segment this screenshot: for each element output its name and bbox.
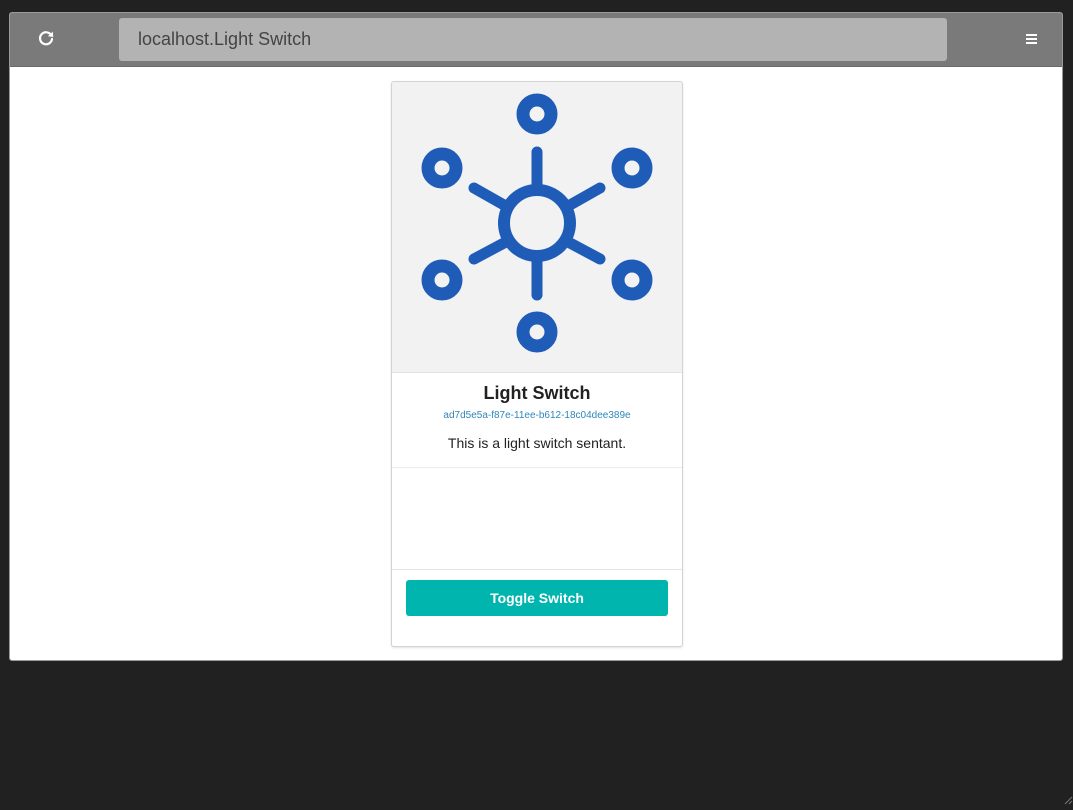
card-extra-content	[392, 468, 682, 569]
browser-toolbar: localhost.Light Switch	[10, 13, 1062, 67]
card-image	[392, 82, 682, 373]
toggle-switch-button[interactable]: Toggle Switch	[406, 580, 668, 616]
hub-network-icon	[392, 82, 682, 372]
address-bar[interactable]: localhost.Light Switch	[119, 18, 947, 61]
card-title: Light Switch	[392, 383, 682, 404]
resize-grip-icon[interactable]	[1061, 792, 1073, 804]
hamburger-menu-icon[interactable]	[1020, 28, 1042, 50]
sentant-card: Light Switch ad7d5e5a-f87e-11ee-b612-18c…	[391, 81, 683, 647]
card-description: This is a light switch sentant.	[392, 435, 682, 451]
browser-window: localhost.Light Switch	[9, 12, 1063, 661]
reload-icon[interactable]	[35, 28, 57, 50]
divider	[392, 569, 682, 570]
sentant-id: ad7d5e5a-f87e-11ee-b612-18c04dee389e	[392, 410, 682, 421]
